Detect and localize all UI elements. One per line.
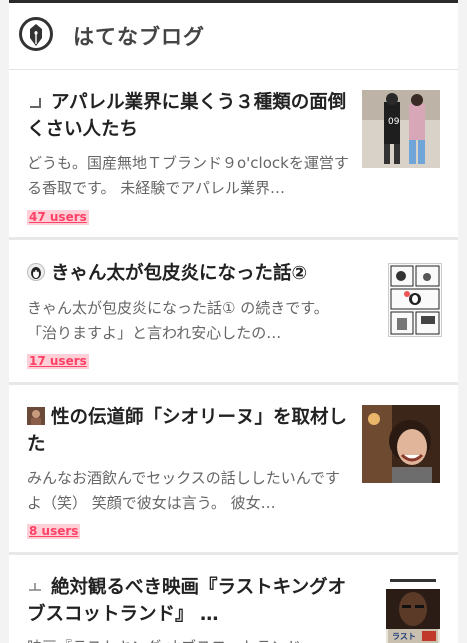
bookmark-users-badge[interactable]: 17 users bbox=[27, 354, 89, 369]
entry-thumbnail[interactable] bbox=[388, 263, 442, 337]
entry-description: どうも。国産無地Ｔブランド９o'clockを運営する香取です。 未経験でアパレル… bbox=[27, 154, 349, 197]
header: はてなブログ bbox=[9, 3, 458, 70]
entry-title[interactable]: きゃん太が包皮炎になった話② bbox=[27, 260, 349, 287]
entry-title[interactable]: アパレル業界に巣くう３種類の面倒くさい人たち bbox=[27, 89, 349, 143]
entry-title-text[interactable]: 性の伝道師「シオリーヌ」を取材した bbox=[27, 407, 347, 455]
entry-title-text[interactable]: アパレル業界に巣くう３種類の面倒くさい人たち bbox=[27, 92, 346, 140]
bookmark-users-badge[interactable]: 8 users bbox=[27, 524, 81, 539]
entry-description: 映画『ラストキング オブスコットランド』 bbox=[27, 635, 349, 643]
entry-title[interactable]: 性の伝道師「シオリーヌ」を取材した bbox=[27, 404, 349, 458]
entry-title-text[interactable]: 絶対観るべき映画『ラストキングオブスコットランド』 … bbox=[27, 577, 346, 625]
entry-thumbnail[interactable]: 09 bbox=[362, 90, 440, 168]
feed-card: はてなブログ アパレル業界に巣くう３種類の面倒くさい人たち どうも。国産無地Ｔブ… bbox=[9, 0, 458, 643]
blog-favicon-icon bbox=[27, 576, 45, 594]
hatena-blog-pen-icon[interactable] bbox=[19, 17, 53, 51]
entry-item[interactable]: 性の伝道師「シオリーヌ」を取材した みんなお酒飲んでセックスの話ししたいんですよ… bbox=[9, 385, 458, 555]
bookmark-users-badge[interactable]: 47 users bbox=[27, 210, 89, 225]
entry-item[interactable]: きゃん太が包皮炎になった話② きゃん太が包皮炎になった話① の続きです。 「治り… bbox=[9, 240, 458, 385]
penguin-avatar-icon bbox=[27, 262, 45, 281]
entry-description: みんなお酒飲んでセックスの話ししたいんですよ（笑） 笑顔で彼女は言う。 彼女… bbox=[27, 469, 341, 512]
site-title[interactable]: はてなブログ bbox=[73, 21, 205, 51]
entry-thumbnail[interactable]: ラスト bbox=[386, 575, 440, 643]
blog-avatar-icon bbox=[27, 406, 45, 425]
entry-description: きゃん太が包皮炎になった話① の続きです。 「治りますよ」と言われ安心したの… bbox=[27, 299, 329, 342]
entry-item[interactable]: アパレル業界に巣くう３種類の面倒くさい人たち どうも。国産無地Ｔブランド９o'c… bbox=[9, 69, 458, 240]
entry-title[interactable]: 絶対観るべき映画『ラストキングオブスコットランド』 … bbox=[27, 574, 349, 628]
blog-favicon-icon bbox=[27, 91, 45, 109]
entry-item[interactable]: 絶対観るべき映画『ラストキングオブスコットランド』 … 映画『ラストキング オブ… bbox=[9, 555, 458, 643]
entry-thumbnail[interactable] bbox=[362, 405, 440, 483]
entry-title-text[interactable]: きゃん太が包皮炎になった話② bbox=[51, 263, 307, 284]
svg-text:09: 09 bbox=[388, 117, 400, 127]
